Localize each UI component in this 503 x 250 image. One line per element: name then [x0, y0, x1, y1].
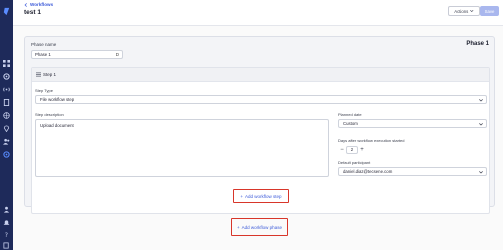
- step-title: Step 1: [43, 72, 57, 77]
- actions-label: Actions: [454, 8, 469, 14]
- step-description-textarea[interactable]: Upload document: [35, 119, 329, 177]
- workflows-icon[interactable]: [3, 151, 10, 158]
- app-logo[interactable]: [2, 3, 11, 16]
- bell-icon[interactable]: [3, 219, 10, 226]
- svg-text:?: ?: [5, 232, 8, 238]
- planned-date-label: Planned date: [338, 112, 362, 117]
- phase-name-value: Phase 1: [35, 52, 51, 57]
- help-icon[interactable]: ?: [3, 231, 10, 238]
- phase-name-label: Phase name: [31, 42, 57, 47]
- default-participant-label: Default participant: [338, 160, 371, 165]
- planned-date-value: Custom: [343, 121, 358, 126]
- days-after-stepper[interactable]: − 2 +: [338, 145, 366, 154]
- chevron-down-icon: [479, 99, 483, 102]
- logout-icon[interactable]: [3, 242, 10, 249]
- workflow-step-card: Step 1 Step Type File workflow step Step…: [31, 67, 490, 214]
- decrement-button[interactable]: −: [338, 146, 346, 154]
- planned-date-select[interactable]: Custom: [338, 119, 487, 128]
- back-to-workflows-link[interactable]: Workflows: [24, 2, 53, 7]
- chevron-down-icon: [479, 123, 483, 126]
- phase-name-input[interactable]: Phase 1 D: [31, 50, 123, 59]
- actions-button[interactable]: Actions: [448, 6, 480, 16]
- step-type-select[interactable]: File workflow step: [35, 95, 487, 104]
- add-phase-label: Add workflow phase: [241, 224, 282, 230]
- settings-icon[interactable]: [3, 73, 10, 80]
- chevron-down-icon: [479, 171, 483, 174]
- page-header: Workflows test 1 Actions Save: [13, 0, 503, 26]
- page-title: test 1: [24, 9, 41, 16]
- add-step-label: Add workflow step: [245, 193, 282, 199]
- workflow-phase-card: Phase name Phase 1 D Phase 1 Step 1 Step…: [24, 36, 495, 214]
- drag-handle-icon[interactable]: [36, 72, 41, 77]
- location-pin-icon[interactable]: [3, 125, 10, 132]
- broadcast-icon[interactable]: [3, 86, 10, 93]
- globe-icon[interactable]: [3, 112, 10, 119]
- step-header[interactable]: Step 1: [32, 68, 489, 82]
- chevron-left-icon: [24, 2, 27, 7]
- add-workflow-phase-button[interactable]: + Add workflow phase: [231, 218, 288, 236]
- sidebar: ?: [0, 0, 13, 250]
- days-after-value[interactable]: 2: [346, 145, 358, 154]
- plus-icon: +: [237, 224, 240, 230]
- days-after-label: Days after workflow execution started: [338, 138, 405, 143]
- chevron-down-icon: [470, 10, 474, 13]
- default-participant-select[interactable]: daniel.diaz@tecsene.com: [338, 167, 487, 176]
- phase-name-counter: D: [115, 52, 119, 57]
- documents-icon[interactable]: [3, 99, 10, 106]
- phase-heading: Phase 1: [466, 41, 489, 47]
- users-icon[interactable]: [3, 138, 10, 145]
- plus-icon: +: [240, 193, 244, 199]
- dashboard-icon[interactable]: [3, 60, 10, 67]
- add-workflow-step-button[interactable]: + Add workflow step: [233, 189, 289, 203]
- default-participant-value: daniel.diaz@tecsene.com: [343, 169, 393, 174]
- user-admin-icon[interactable]: [3, 206, 10, 213]
- back-link-label: Workflows: [30, 2, 54, 7]
- step-description-label: Step description: [35, 112, 64, 117]
- save-button[interactable]: Save: [480, 6, 499, 16]
- step-type-label: Step Type: [35, 88, 53, 93]
- step-type-value: File workflow step: [40, 97, 75, 102]
- increment-button[interactable]: +: [358, 146, 366, 154]
